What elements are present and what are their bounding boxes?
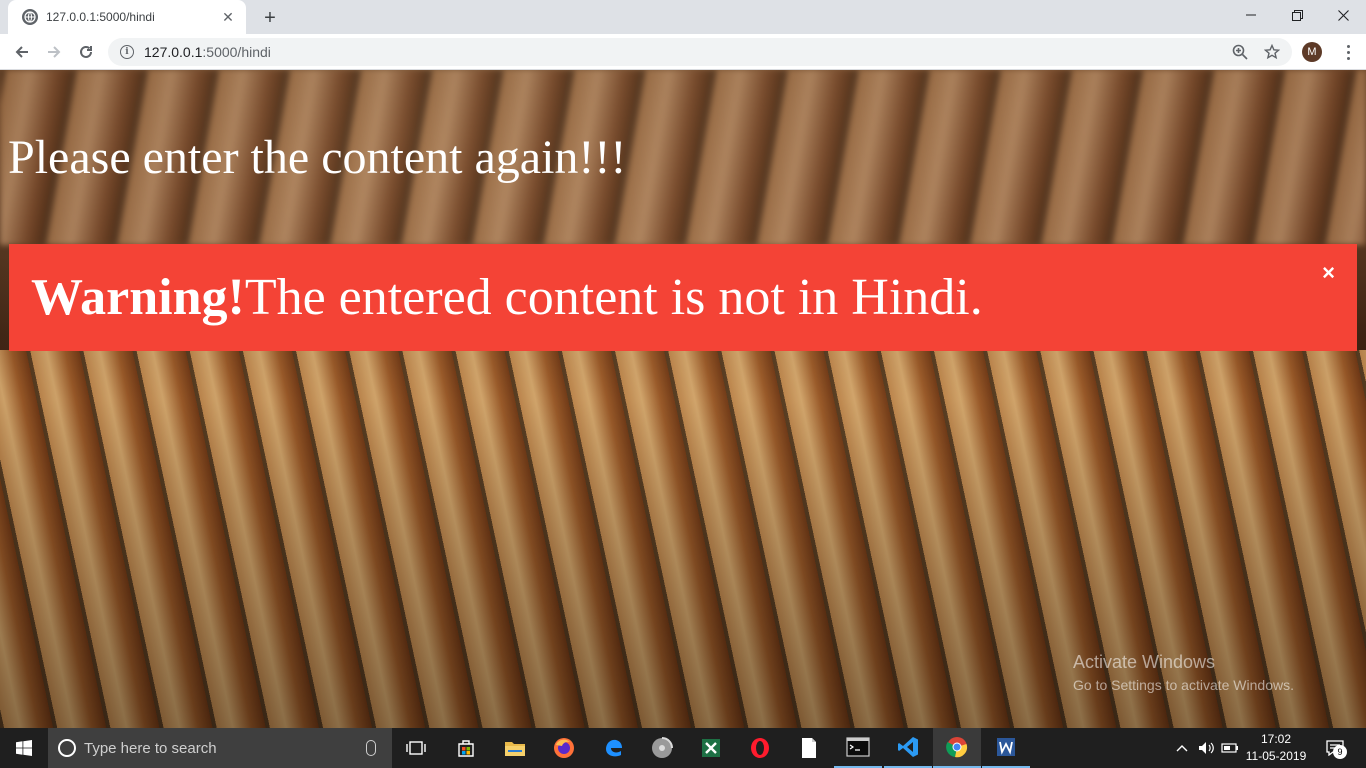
clock-date: 11-05-2019 xyxy=(1245,749,1307,763)
page-heading: Please enter the content again!!! xyxy=(8,131,627,184)
restore-button[interactable] xyxy=(1274,0,1320,30)
store-icon[interactable] xyxy=(442,728,490,768)
vscode-icon[interactable] xyxy=(884,728,932,768)
alert-message: The entered content is not in Hindi. xyxy=(244,269,983,326)
task-view-icon[interactable] xyxy=(392,728,440,768)
notepad-icon[interactable] xyxy=(785,728,833,768)
taskbar: Type here to search 17:02 11-05-2019 9 xyxy=(0,728,1366,768)
tab-close-icon[interactable]: ✕ xyxy=(220,9,236,25)
media-player-icon[interactable] xyxy=(638,728,686,768)
battery-icon[interactable] xyxy=(1220,728,1240,768)
forward-button[interactable] xyxy=(40,38,68,66)
chrome-icon[interactable] xyxy=(933,728,981,768)
taskbar-search[interactable]: Type here to search xyxy=(48,728,392,768)
excel-icon[interactable] xyxy=(687,728,735,768)
reload-button[interactable] xyxy=(72,38,100,66)
microphone-icon[interactable] xyxy=(366,740,376,756)
start-button[interactable] xyxy=(0,728,48,768)
new-tab-button[interactable]: + xyxy=(258,6,282,30)
notification-count-badge: 9 xyxy=(1333,745,1347,759)
zoom-icon[interactable] xyxy=(1226,38,1254,66)
activate-windows-watermark: Activate Windows Go to Settings to activ… xyxy=(1073,652,1294,693)
word-icon[interactable] xyxy=(982,728,1030,768)
tab-title: 127.0.0.1:5000/hindi xyxy=(46,10,155,24)
edge-icon[interactable] xyxy=(590,728,638,768)
tab-strip: 127.0.0.1:5000/hindi ✕ + xyxy=(0,0,1366,34)
clock-time: 17:02 xyxy=(1260,732,1292,746)
alert-strong: Warning! xyxy=(31,269,245,326)
browser-menu-icon[interactable] xyxy=(1338,40,1358,64)
minimize-button[interactable] xyxy=(1228,0,1274,30)
url-path: :5000/hindi xyxy=(202,44,271,60)
firefox-icon[interactable] xyxy=(540,728,588,768)
volume-icon[interactable] xyxy=(1196,728,1216,768)
browser-toolbar: i 127.0.0.1:5000/hindi xyxy=(0,34,1366,70)
opera-icon[interactable] xyxy=(736,728,784,768)
warning-alert: Warning! The entered content is not in Hi… xyxy=(9,244,1357,351)
file-explorer-icon[interactable] xyxy=(491,728,539,768)
alert-close-icon[interactable]: × xyxy=(1322,262,1335,284)
info-icon[interactable]: i xyxy=(120,45,134,59)
address-bar[interactable]: i 127.0.0.1:5000/hindi xyxy=(108,38,1292,66)
close-window-button[interactable] xyxy=(1320,0,1366,30)
bookmark-star-icon[interactable] xyxy=(1258,38,1286,66)
clock[interactable]: 17:02 11-05-2019 xyxy=(1244,731,1308,765)
cortana-icon xyxy=(58,739,76,757)
search-placeholder: Type here to search xyxy=(84,739,217,757)
chevron-up-icon[interactable] xyxy=(1172,728,1192,768)
profile-avatar[interactable]: M xyxy=(1302,42,1322,62)
globe-icon xyxy=(22,9,38,25)
page-content: Please enter the content again!!! Warnin… xyxy=(0,70,1366,728)
browser-tab[interactable]: 127.0.0.1:5000/hindi ✕ xyxy=(8,0,246,34)
terminal-icon[interactable] xyxy=(834,728,882,768)
back-button[interactable] xyxy=(8,38,36,66)
watermark-title: Activate Windows xyxy=(1073,652,1216,672)
url-host: 127.0.0.1 xyxy=(144,44,203,60)
watermark-subtitle: Go to Settings to activate Windows. xyxy=(1073,677,1294,693)
